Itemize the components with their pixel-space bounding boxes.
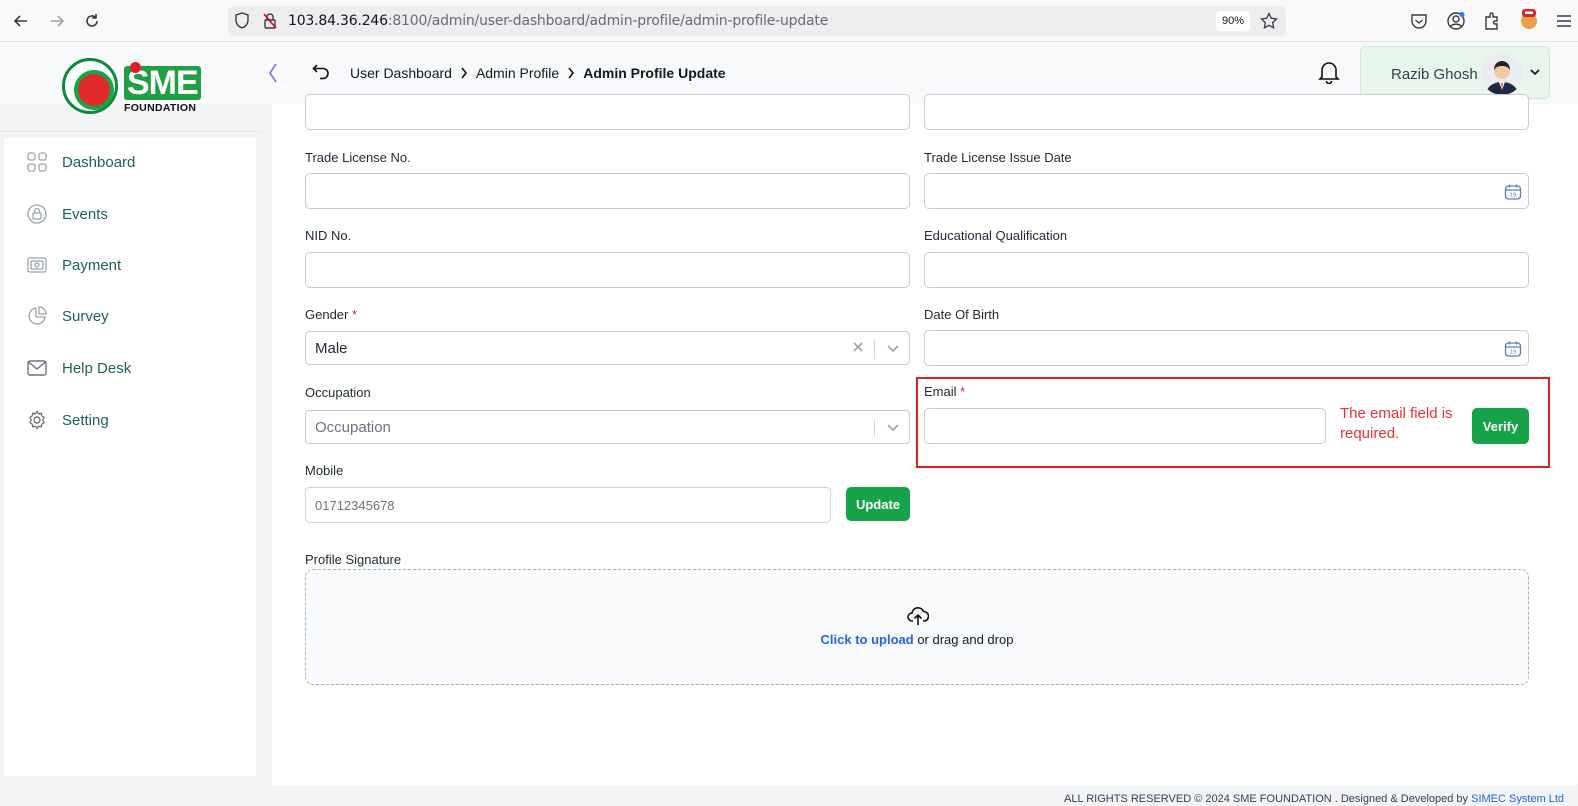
pie-chart-icon [26, 305, 48, 327]
email-label: Email * [924, 384, 966, 399]
mobile-input[interactable]: 01712345678 [305, 487, 831, 523]
chevron-down-icon [1529, 65, 1541, 83]
educational-qualification-label: Educational Qualification [924, 228, 1068, 243]
sidebar-item-label: Help Desk [62, 359, 132, 377]
profile-signature-label: Profile Signature [305, 552, 402, 567]
sidebar-item-help-desk[interactable]: Help Desk [4, 348, 256, 388]
reload-icon[interactable] [79, 8, 105, 34]
back-arrow-icon[interactable] [8, 8, 34, 34]
trade-license-issue-date-input[interactable]: 19 [924, 173, 1529, 209]
footer: ALL RIGHTS RESERVED © 2024 SME FOUNDATIO… [1064, 793, 1565, 805]
account-icon[interactable] [1446, 11, 1466, 36]
sidebar-item-label: Dashboard [62, 153, 136, 171]
occupation-placeholder: Occupation [315, 419, 391, 436]
prev-field-input-right[interactable] [924, 94, 1529, 130]
sidebar-collapse-icon[interactable] [266, 62, 280, 90]
zoom-level[interactable]: 90% [1216, 11, 1250, 31]
drag-drop-text: or drag and drop [917, 632, 1014, 647]
sidebar-item-label: Setting [62, 411, 109, 429]
chevron-right-icon [460, 67, 468, 79]
bookmark-star-icon[interactable] [1260, 11, 1278, 35]
insecure-lock-icon [262, 12, 278, 35]
url-bar[interactable]: 103.84.36.246:8100/admin/user-dashboard/… [228, 6, 1286, 36]
sidebar-item-setting[interactable]: Setting [4, 400, 256, 440]
menu-icon[interactable] [1556, 13, 1572, 34]
extension-avatar-icon[interactable] [1518, 8, 1540, 37]
sidebar-item-payment[interactable]: Payment [4, 245, 256, 285]
svg-text:19: 19 [1510, 193, 1516, 199]
update-mobile-button[interactable]: Update [846, 487, 910, 521]
lock-icon [26, 203, 48, 225]
sidebar-item-label: Events [62, 205, 108, 223]
sidebar: Dashboard Events Payment Survey Help Des… [4, 138, 256, 776]
grid-icon [26, 151, 48, 173]
breadcrumb-admin-profile[interactable]: Admin Profile [476, 65, 559, 81]
upload-cloud-icon [907, 606, 930, 631]
chevron-down-icon[interactable] [886, 341, 900, 360]
click-to-upload-link[interactable]: Click to upload [821, 632, 914, 647]
sidebar-item-events[interactable]: Events [4, 194, 256, 234]
breadcrumb-user-dashboard[interactable]: User Dashboard [350, 65, 452, 81]
mail-icon [26, 357, 48, 379]
signature-upload-dropzone[interactable]: Click to upload or drag and drop [305, 569, 1529, 685]
chevron-right-icon [567, 67, 575, 79]
calendar-icon[interactable]: 19 [1504, 183, 1522, 206]
sidebar-item-dashboard[interactable]: Dashboard [4, 142, 256, 182]
undo-back-icon[interactable] [312, 62, 332, 85]
forward-arrow-icon[interactable] [44, 8, 70, 34]
mobile-label: Mobile [305, 463, 344, 478]
seal-emblem [62, 58, 118, 114]
gender-label: Gender * [305, 307, 358, 322]
mobile-placeholder: 01712345678 [315, 498, 395, 513]
upload-instructions: Click to upload or drag and drop [306, 632, 1528, 647]
breadcrumb: User Dashboard Admin Profile Admin Profi… [350, 65, 726, 81]
date-of-birth-label: Date Of Birth [924, 307, 1000, 322]
sidebar-item-label: Survey [62, 307, 109, 325]
sidebar-item-label: Payment [62, 256, 122, 274]
prev-field-input[interactable] [305, 94, 910, 130]
email-input[interactable] [924, 408, 1326, 444]
extensions-icon[interactable] [1483, 11, 1501, 36]
nid-no-input[interactable] [305, 252, 910, 288]
sme-foundation-logo[interactable]: SME FOUNDATION [62, 58, 202, 116]
sidebar-divider [0, 131, 262, 132]
user-menu[interactable]: Razib Ghosh [1360, 46, 1550, 99]
select-divider [874, 419, 875, 437]
developer-link[interactable]: SIMEC System Ltd [1471, 793, 1564, 805]
breadcrumb-admin-profile-update: Admin Profile Update [583, 65, 726, 81]
clear-icon[interactable] [851, 340, 865, 359]
trade-license-no-input[interactable] [305, 173, 910, 209]
gear-icon [26, 409, 48, 431]
logo-foundation-text: FOUNDATION [124, 102, 197, 114]
user-name: Razib Ghosh [1391, 66, 1478, 83]
url-text: 103.84.36.246:8100/admin/user-dashboard/… [288, 13, 829, 29]
avatar [1481, 53, 1523, 95]
logo-dot [130, 62, 141, 73]
select-divider [874, 340, 875, 358]
chevron-down-icon[interactable] [886, 420, 900, 439]
sidebar-item-survey[interactable]: Survey [4, 296, 256, 336]
verify-button[interactable]: Verify [1472, 408, 1529, 444]
browser-toolbar: 103.84.36.246:8100/admin/user-dashboard/… [0, 0, 1578, 42]
trade-license-no-label: Trade License No. [305, 150, 411, 165]
email-error-message: The email field is required. [1340, 405, 1453, 442]
wallet-icon [26, 254, 48, 276]
shield-icon [234, 12, 250, 35]
gender-select[interactable]: Male [305, 331, 910, 365]
svg-text:19: 19 [1510, 350, 1516, 356]
gender-selected-value: Male [315, 340, 348, 357]
occupation-select[interactable]: Occupation [305, 410, 910, 444]
date-of-birth-input[interactable]: 19 [924, 330, 1529, 366]
occupation-label: Occupation [305, 385, 371, 400]
trade-license-issue-date-label: Trade License Issue Date [924, 150, 1072, 165]
calendar-icon[interactable]: 19 [1504, 340, 1522, 363]
pocket-icon[interactable] [1410, 12, 1428, 35]
nid-no-label: NID No. [305, 228, 352, 243]
educational-qualification-input[interactable] [924, 252, 1529, 288]
notification-bell-icon[interactable] [1318, 60, 1340, 89]
